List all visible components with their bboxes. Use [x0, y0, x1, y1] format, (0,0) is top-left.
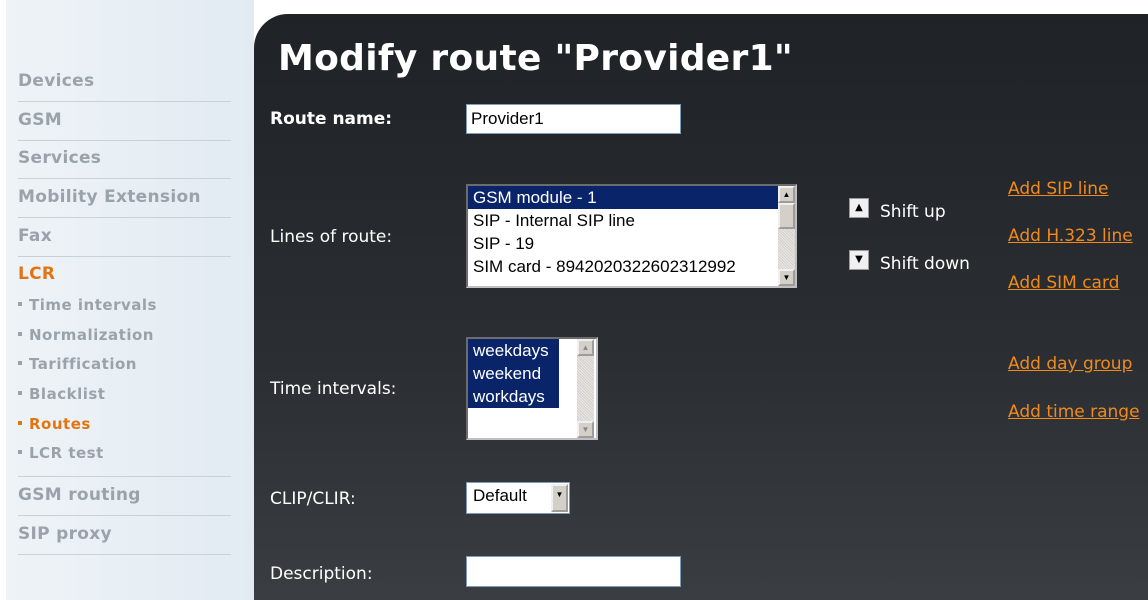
- description-label: Description:: [270, 564, 373, 584]
- sidebar-subitem-normalization[interactable]: Normalization: [18, 326, 154, 344]
- sidebar-item-mobility-extension[interactable]: Mobility Extension: [18, 187, 231, 207]
- add-day-group-link[interactable]: Add day group: [1008, 354, 1132, 374]
- sidebar-divider: [18, 101, 231, 102]
- scroll-thumb[interactable]: [778, 203, 795, 229]
- chevron-down-icon[interactable]: ▼: [551, 484, 568, 512]
- scrollbar[interactable]: ▲ ▼: [778, 186, 795, 286]
- sidebar-item-gsm-routing[interactable]: GSM routing: [18, 485, 231, 505]
- sidebar-subitem-lcr-test[interactable]: LCR test: [18, 444, 104, 462]
- sidebar-divider: [18, 256, 231, 257]
- bullet-icon: [18, 360, 22, 365]
- sidebar-divider: [18, 217, 231, 218]
- time-intervals-label: Time intervals:: [270, 379, 397, 399]
- description-input[interactable]: [466, 556, 681, 587]
- clip-clir-value: Default: [473, 486, 527, 505]
- sidebar-subitem-tariffication[interactable]: Tariffication: [18, 355, 137, 373]
- add-sim-card-link[interactable]: Add SIM card: [1008, 273, 1119, 293]
- sidebar-subitem-routes[interactable]: Routes: [18, 415, 91, 433]
- page-title: Modify route "Provider1": [278, 38, 793, 79]
- bullet-icon: [18, 420, 22, 425]
- bullet-icon: [18, 301, 22, 306]
- main-panel: Modify route "Provider1" Route name: Lin…: [254, 14, 1148, 600]
- sidebar-item-sip-proxy[interactable]: SIP proxy: [18, 524, 231, 544]
- list-item[interactable]: weekend: [468, 362, 559, 385]
- shift-up-button[interactable]: ▲: [849, 198, 869, 218]
- lines-of-route-label: Lines of route:: [270, 227, 393, 247]
- sidebar-divider: [18, 515, 231, 516]
- time-intervals-listbox[interactable]: weekdays weekend workdays ▲ ▼: [466, 337, 598, 440]
- bullet-icon: [18, 390, 22, 395]
- sidebar-divider: [18, 554, 231, 555]
- clip-clir-label: CLIP/CLIR:: [270, 489, 356, 509]
- add-time-range-link[interactable]: Add time range: [1008, 402, 1140, 422]
- add-h323-line-link[interactable]: Add H.323 line: [1008, 226, 1133, 246]
- list-item[interactable]: workdays: [468, 385, 559, 408]
- sidebar-subitem-blacklist[interactable]: Blacklist: [18, 385, 105, 403]
- shift-up-label: Shift up: [880, 202, 946, 222]
- sidebar-item-services[interactable]: Services: [18, 148, 231, 168]
- scroll-down-icon[interactable]: ▼: [577, 421, 594, 438]
- triangle-up-icon: ▲: [855, 202, 863, 213]
- scroll-up-icon[interactable]: ▲: [577, 339, 594, 356]
- shift-down-button[interactable]: ▼: [849, 250, 869, 270]
- scrollbar[interactable]: ▲ ▼: [577, 339, 594, 438]
- scroll-down-icon[interactable]: ▼: [778, 269, 795, 286]
- sidebar-divider: [18, 178, 231, 179]
- sidebar-subitem-time-intervals[interactable]: Time intervals: [18, 296, 157, 314]
- bullet-icon: [18, 331, 22, 336]
- sidebar-item-devices[interactable]: Devices: [18, 71, 231, 91]
- list-item[interactable]: SIM card - 8942020322602312992: [468, 255, 778, 278]
- clip-clir-select[interactable]: Default ▼: [466, 482, 570, 514]
- add-sip-line-link[interactable]: Add SIP line: [1008, 179, 1108, 199]
- bullet-icon: [18, 449, 22, 454]
- lines-of-route-listbox[interactable]: GSM module - 1 SIP - Internal SIP line S…: [466, 184, 797, 288]
- list-item[interactable]: weekdays: [468, 339, 559, 362]
- list-item[interactable]: GSM module - 1: [468, 186, 778, 209]
- sidebar-divider: [18, 140, 231, 141]
- sidebar-item-lcr[interactable]: LCR: [18, 264, 231, 284]
- sidebar: Devices GSM Services Mobility Extension …: [6, 0, 254, 600]
- route-name-label: Route name:: [270, 109, 393, 129]
- route-name-input[interactable]: [466, 104, 681, 134]
- sidebar-item-fax[interactable]: Fax: [18, 226, 231, 246]
- scroll-up-icon[interactable]: ▲: [778, 186, 795, 203]
- sidebar-divider: [18, 476, 231, 477]
- shift-down-label: Shift down: [880, 254, 970, 274]
- triangle-down-icon: ▼: [855, 254, 863, 265]
- list-item[interactable]: SIP - Internal SIP line: [468, 209, 778, 232]
- list-item[interactable]: SIP - 19: [468, 232, 778, 255]
- sidebar-item-gsm[interactable]: GSM: [18, 110, 231, 130]
